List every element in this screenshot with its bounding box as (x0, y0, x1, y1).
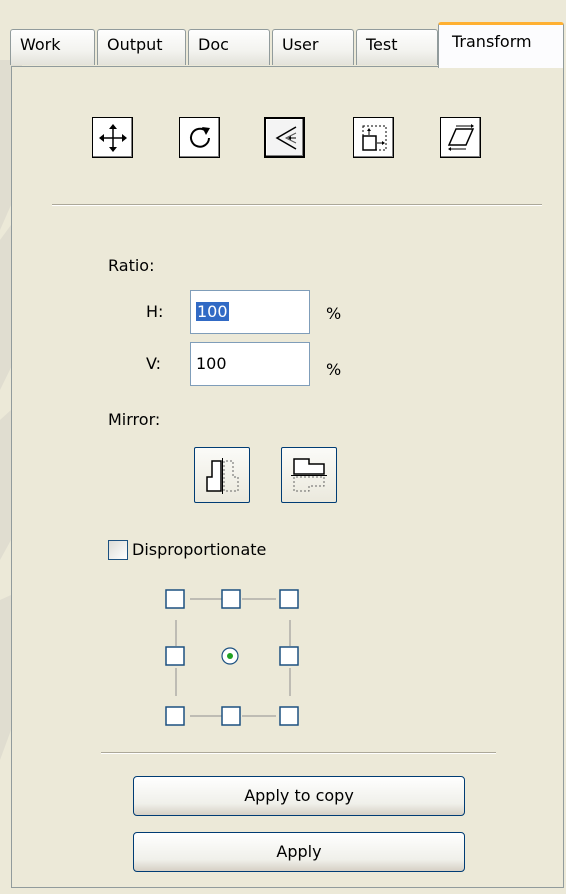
tab-label: Output (107, 35, 163, 54)
h-unit: % (326, 304, 342, 323)
tab-label: Transform (452, 32, 532, 51)
separator (101, 752, 496, 754)
anchor-point-selector (165, 589, 299, 726)
ratio-label: Ratio: (108, 256, 155, 275)
rotate-mode-button[interactable] (179, 117, 220, 158)
disproportionate-checkbox[interactable] (108, 540, 128, 560)
tab-user[interactable]: User (272, 29, 354, 65)
separator (52, 204, 542, 206)
mirror-vertical-icon (291, 458, 327, 492)
tab-output[interactable]: Output (97, 29, 186, 65)
anchor-center[interactable] (221, 647, 239, 665)
disproportionate-label[interactable]: Disproportionate (132, 540, 266, 559)
v-label: V: (146, 354, 162, 373)
mirror-vertical-button[interactable] (281, 447, 337, 503)
h-ratio-value: 100 (196, 302, 229, 321)
anchor-bottom-left[interactable] (165, 706, 185, 726)
mirror-horizontal-button[interactable] (194, 447, 250, 503)
size-mode-button[interactable] (353, 117, 394, 158)
scale-mode-button[interactable] (264, 117, 305, 158)
skew-icon (447, 123, 474, 151)
tab-label: User (282, 35, 319, 54)
h-label: H: (146, 302, 164, 321)
tab-label: Doc (198, 35, 229, 54)
tab-work[interactable]: Work (10, 29, 95, 65)
v-ratio-input[interactable]: 100 (190, 342, 310, 386)
tab-label: Test (366, 35, 398, 54)
skew-mode-button[interactable] (440, 117, 481, 158)
tab-test[interactable]: Test (356, 29, 438, 65)
anchor-middle-right[interactable] (279, 646, 299, 666)
anchor-top-center[interactable] (221, 589, 241, 609)
anchor-top-right[interactable] (279, 589, 299, 609)
move-mode-button[interactable] (92, 117, 133, 158)
rotate-icon (189, 126, 210, 148)
mirror-horizontal-icon (206, 458, 239, 494)
scale-icon (275, 125, 296, 150)
anchor-middle-left[interactable] (165, 646, 185, 666)
move-icon (98, 123, 127, 152)
tab-doc[interactable]: Doc (188, 29, 270, 65)
v-ratio-value: 100 (196, 354, 227, 373)
apply-to-copy-button[interactable]: Apply to copy (133, 776, 465, 816)
h-ratio-input[interactable]: 100 (190, 290, 310, 334)
size-icon (361, 125, 386, 151)
tab-label: Work (20, 35, 61, 54)
anchor-top-left[interactable] (165, 589, 185, 609)
anchor-bottom-center[interactable] (221, 706, 241, 726)
v-unit: % (326, 360, 342, 379)
anchor-bottom-right[interactable] (279, 706, 299, 726)
tab-bar: Work Output Doc User Test Transform (0, 0, 566, 80)
tab-transform[interactable]: Transform (438, 22, 564, 68)
mirror-label: Mirror: (108, 410, 161, 429)
apply-button[interactable]: Apply (133, 832, 465, 872)
